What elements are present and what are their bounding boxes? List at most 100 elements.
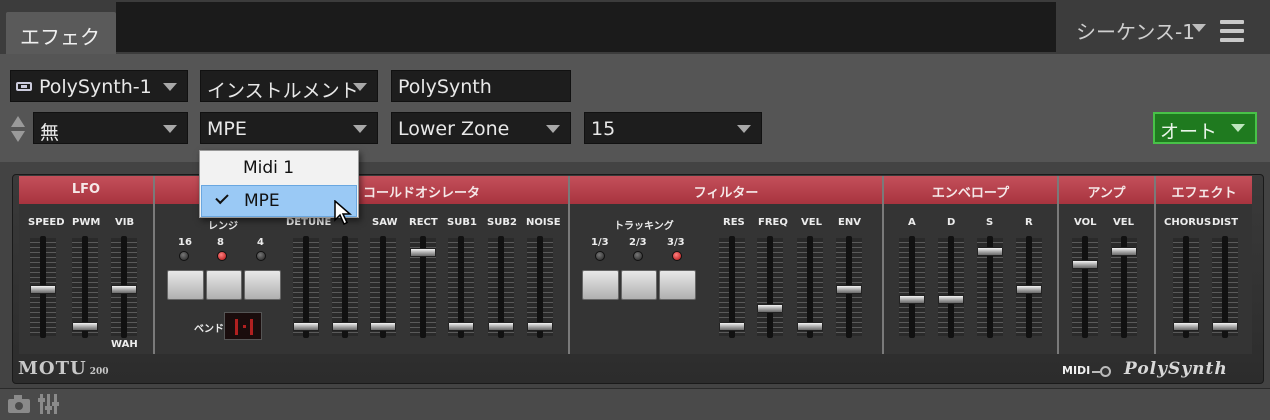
midi-label: MIDI — [1062, 364, 1091, 377]
label-release: R — [1025, 217, 1033, 228]
menu-item-label: Midi 1 — [243, 158, 295, 178]
label-amp-vel: VEL — [1113, 217, 1134, 228]
amp-vol-fader[interactable] — [1072, 260, 1098, 269]
preset-dropdown[interactable]: 無 — [33, 112, 188, 144]
osc-sub1-fader[interactable] — [448, 322, 474, 331]
fx-chorus-fader[interactable] — [1173, 322, 1199, 331]
tracking-1-3: 1/3 — [591, 237, 609, 248]
range-4-led — [256, 251, 266, 261]
range-16-led — [179, 251, 189, 261]
filter-freq-fader[interactable] — [757, 304, 783, 313]
tracking-2-3: 2/3 — [629, 237, 647, 248]
chevron-down-icon — [163, 83, 177, 91]
label-bend: ベンド — [194, 324, 224, 335]
chevron-down-icon — [163, 125, 177, 133]
range-4: 4 — [257, 237, 264, 248]
fx-dist-fader[interactable] — [1212, 322, 1238, 331]
mode-value: MPE — [207, 118, 247, 140]
osc-rect-fader[interactable] — [410, 248, 436, 257]
midi-line — [1092, 371, 1100, 373]
chevron-down-icon — [1231, 124, 1245, 132]
fader-track — [767, 236, 773, 338]
controls-area — [0, 54, 1270, 162]
osc-sub2-fader[interactable] — [488, 322, 514, 331]
label-detune: DETUNE — [286, 217, 332, 228]
chevron-down-icon[interactable] — [1192, 24, 1206, 32]
env-release-fader[interactable] — [1016, 285, 1042, 294]
env-decay-fader[interactable] — [938, 295, 964, 304]
title-field — [116, 2, 1056, 52]
tracking-3-3-led — [672, 251, 682, 261]
top-bar: エフェクト シーケンス-1 — [0, 0, 1270, 78]
footer-bar — [0, 388, 1270, 420]
filter-res-fader[interactable] — [719, 322, 745, 331]
range-16: 16 — [178, 237, 192, 248]
channels-value: 15 — [591, 118, 616, 140]
label-sustain: S — [986, 217, 994, 228]
lfo-vib-fader[interactable] — [111, 285, 137, 294]
fader-track — [948, 236, 954, 338]
chevron-down-icon — [737, 125, 751, 133]
instrument-dropdown[interactable]: PolySynth-1 — [10, 70, 188, 102]
preset-value: 無 — [40, 122, 60, 144]
env-header: エンベロープ — [884, 176, 1059, 204]
label-pwm: PWM — [72, 217, 101, 228]
updown-arrows-icon[interactable] — [10, 116, 26, 144]
camera-icon[interactable] — [8, 395, 30, 413]
range-8-led — [217, 251, 227, 261]
osc-noise-fader[interactable] — [527, 322, 553, 331]
lfo-speed-fader[interactable] — [30, 285, 56, 294]
label-env: ENV — [838, 217, 861, 228]
fx-header: エフェクト — [1156, 176, 1252, 204]
mixer-icon[interactable] — [38, 394, 59, 414]
auto-value: オート — [1160, 121, 1218, 143]
tab-effects[interactable]: エフェクト — [6, 12, 116, 78]
hamburger-menu-icon[interactable] — [1220, 20, 1244, 42]
channels-dropdown[interactable]: 15 — [584, 112, 762, 144]
label-speed: SPEED — [28, 217, 65, 228]
label-decay: D — [947, 217, 956, 228]
motu-logo: MOTU 200 — [18, 358, 109, 379]
osc-detune-fader[interactable] — [293, 322, 319, 331]
chevron-down-icon — [353, 125, 367, 133]
label-noise: NOISE — [526, 217, 561, 228]
label-wah: WAH — [111, 339, 138, 350]
fader-track — [1082, 236, 1088, 338]
osc-xi-fader[interactable] — [332, 322, 358, 331]
osc-saw-fader[interactable] — [370, 322, 396, 331]
tracking-buttons[interactable] — [582, 270, 698, 300]
range-buttons[interactable] — [167, 270, 283, 300]
zone-value: Lower Zone — [398, 118, 510, 140]
auto-dropdown[interactable]: オート — [1153, 112, 1257, 144]
label-chorus: CHORUS — [1164, 217, 1212, 228]
label-vol: VOL — [1074, 217, 1097, 228]
label-res: RES — [723, 217, 745, 228]
label-dist: DIST — [1212, 217, 1239, 228]
zone-dropdown[interactable]: Lower Zone — [391, 112, 571, 144]
filter-env-fader[interactable] — [836, 285, 862, 294]
label-vib: VIB — [115, 217, 135, 228]
label-sub1: SUB1 — [447, 217, 477, 228]
lfo-header: LFO — [19, 176, 155, 204]
menu-item-midi1[interactable]: Midi 1 — [201, 153, 357, 185]
name-field[interactable]: PolySynth — [391, 70, 571, 102]
lfo-pwm-fader[interactable] — [72, 322, 98, 331]
amp-vel-fader[interactable] — [1111, 247, 1137, 256]
label-vel: VEL — [801, 217, 822, 228]
type-dropdown[interactable]: インストルメント — [200, 70, 378, 102]
label-sub2: SUB2 — [487, 217, 517, 228]
tracking-1-3-led — [595, 251, 605, 261]
checkmark-icon — [215, 190, 229, 205]
mode-dropdown[interactable]: MPE — [200, 112, 378, 144]
env-attack-fader[interactable] — [899, 295, 925, 304]
label-tracking: トラッキング — [614, 221, 674, 232]
chevron-down-icon — [353, 83, 367, 91]
amp-header: アンプ — [1059, 176, 1156, 204]
env-sustain-fader[interactable] — [977, 247, 1003, 256]
label-freq: FREQ — [758, 217, 788, 228]
filter-header: フィルター — [570, 176, 884, 204]
name-value: PolySynth — [398, 76, 492, 98]
instrument-value: PolySynth-1 — [39, 76, 152, 98]
filter-vel-fader[interactable] — [797, 322, 823, 331]
sequence-selector[interactable]: シーケンス-1 — [1076, 16, 1195, 45]
